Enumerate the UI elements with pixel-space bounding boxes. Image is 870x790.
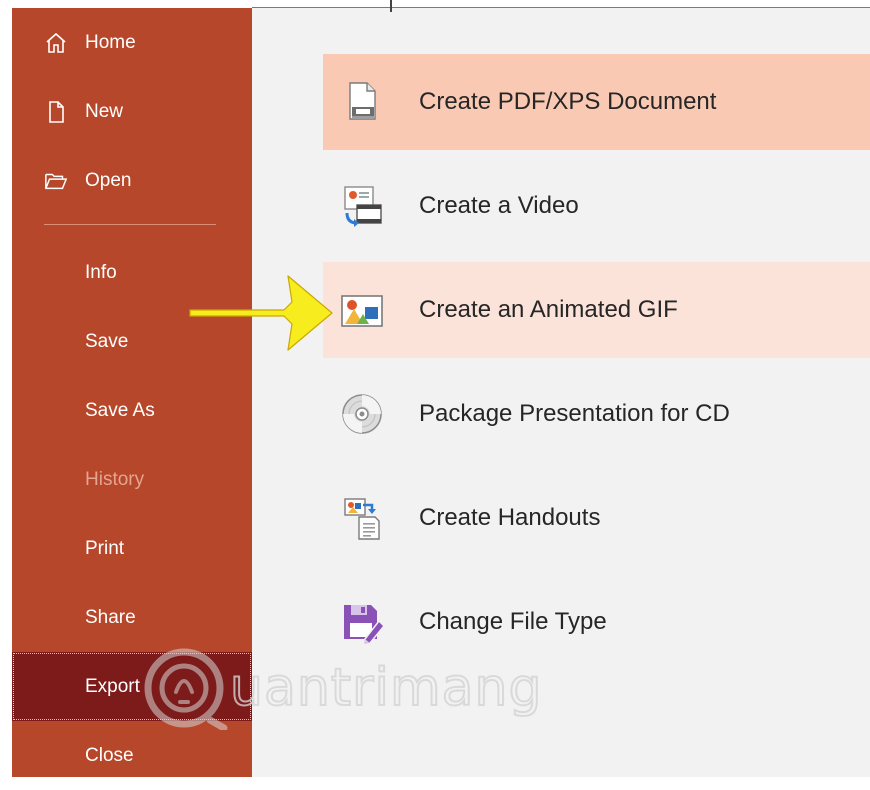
nav-home-label: Home	[85, 31, 136, 53]
nav-print[interactable]: Print	[12, 514, 252, 583]
pdf-document-icon	[339, 79, 385, 125]
nav-export-label: Export	[85, 675, 140, 697]
cd-icon	[339, 391, 385, 437]
nav-divider	[44, 224, 216, 225]
handouts-icon	[339, 495, 385, 541]
export-option-animated-gif-label: Create an Animated GIF	[419, 296, 678, 323]
nav-export[interactable]: Export	[12, 652, 252, 721]
animated-gif-icon	[339, 287, 385, 333]
export-option-change-file-type-label: Change File Type	[419, 608, 607, 635]
nav-share-label: Share	[85, 606, 136, 628]
export-option-package-cd[interactable]: Package Presentation for CD	[323, 366, 870, 462]
panel-top-border	[252, 7, 870, 8]
nav-close[interactable]: Close	[12, 721, 252, 790]
export-option-pdf-xps-label: Create PDF/XPS Document	[419, 88, 717, 115]
home-icon	[44, 31, 68, 55]
export-option-handouts[interactable]: Create Handouts	[323, 470, 870, 566]
new-document-icon	[44, 100, 68, 124]
change-file-type-icon	[339, 599, 386, 645]
export-option-handouts-label: Create Handouts	[419, 504, 601, 531]
export-option-package-cd-label: Package Presentation for CD	[419, 400, 730, 427]
nav-close-label: Close	[85, 744, 134, 766]
nav-history: History	[12, 445, 252, 514]
nav-new[interactable]: New	[12, 77, 252, 146]
nav-info-label: Info	[85, 261, 117, 283]
nav-open-label: Open	[85, 169, 132, 191]
nav-open[interactable]: Open	[12, 146, 252, 215]
open-folder-icon	[44, 169, 68, 193]
backstage-sidebar: Home New Open Info Save Save As History …	[12, 8, 252, 777]
nav-save-as[interactable]: Save As	[12, 376, 252, 445]
nav-print-label: Print	[85, 537, 125, 559]
nav-history-label: History	[85, 468, 145, 490]
export-option-video-label: Create a Video	[419, 192, 579, 219]
export-option-pdf-xps[interactable]: Create PDF/XPS Document	[323, 54, 870, 150]
video-icon	[339, 183, 385, 229]
export-option-video[interactable]: Create a Video	[323, 158, 870, 254]
nav-save-as-label: Save As	[85, 399, 155, 421]
export-option-animated-gif[interactable]: Create an Animated GIF	[323, 262, 870, 358]
annotation-arrow	[189, 275, 333, 351]
nav-share[interactable]: Share	[12, 583, 252, 652]
panel-top-tick	[390, 0, 392, 12]
nav-new-label: New	[85, 100, 124, 122]
nav-save-label: Save	[85, 330, 129, 352]
nav-home[interactable]: Home	[12, 8, 252, 77]
export-option-change-file-type[interactable]: Change File Type	[323, 574, 870, 670]
